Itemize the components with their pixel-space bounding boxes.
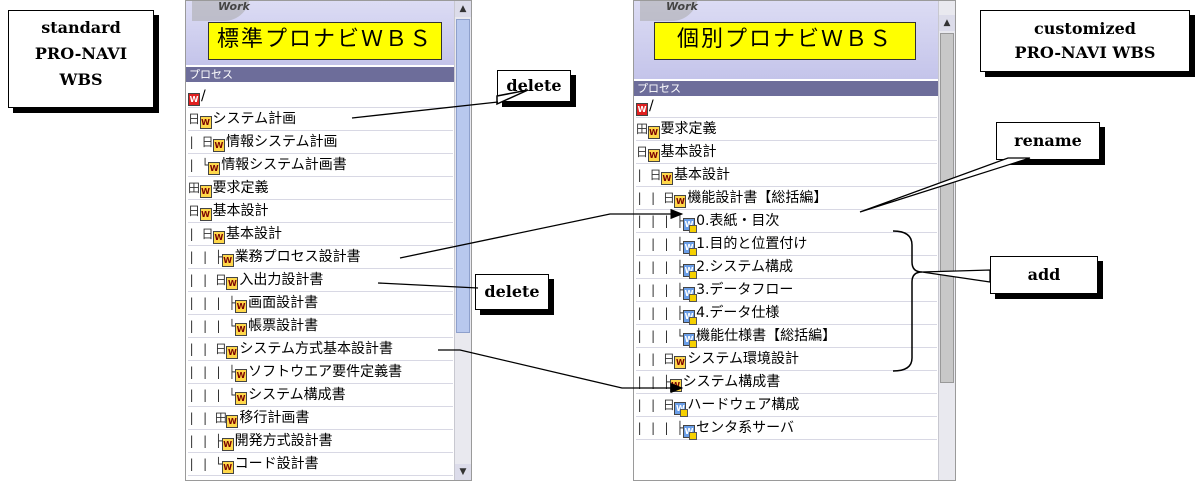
add-bracket: [892, 230, 923, 372]
arrow-process-to-function: [399, 208, 684, 259]
arrow-system-to-environment: [438, 349, 684, 394]
rename-pointer: [859, 157, 1031, 213]
delete-pointer-1: [496, 89, 529, 106]
connector-overlay: [351, 89, 1031, 394]
delete-line-2: [377, 282, 479, 289]
delete-line-1: [351, 101, 499, 119]
add-pointer: [921, 269, 991, 283]
